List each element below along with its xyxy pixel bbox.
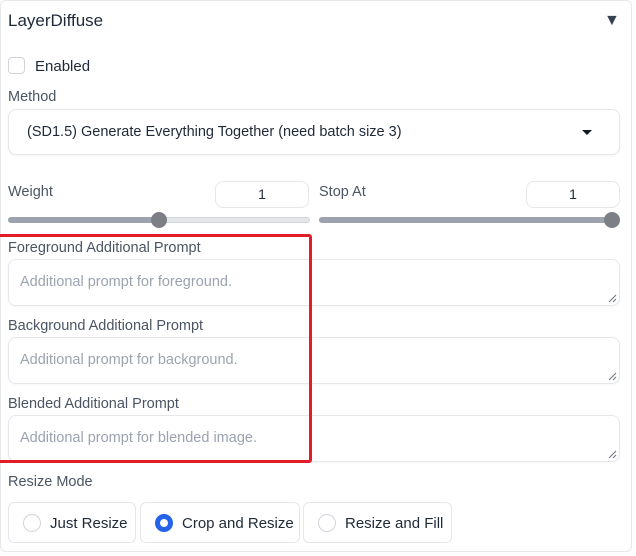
radio-resize-and-fill[interactable]: Resize and Fill [303, 502, 452, 543]
radio-label: Crop and Resize [182, 515, 294, 532]
weight-number-input[interactable]: 1 [215, 181, 309, 208]
resize-mode-label: Resize Mode [8, 474, 93, 490]
blended-prompt-textarea[interactable]: Additional prompt for blended image. [8, 415, 620, 462]
method-dropdown[interactable]: (SD1.5) Generate Everything Together (ne… [8, 109, 620, 155]
stop-at-number-input[interactable]: 1 [526, 181, 620, 208]
blended-prompt-placeholder: Additional prompt for blended image. [20, 430, 257, 446]
radio-crop-and-resize[interactable]: Crop and Resize [140, 502, 300, 543]
radio-label: Just Resize [50, 515, 128, 532]
weight-label: Weight [8, 184, 53, 200]
weight-slider-fill [8, 217, 158, 223]
layerdiffuse-panel: LayerDiffuse ▼ Enabled Method (SD1.5) Ge… [0, 0, 632, 552]
weight-slider-thumb[interactable] [151, 212, 167, 228]
radio-label: Resize and Fill [345, 515, 444, 532]
method-label: Method [8, 89, 57, 105]
background-prompt-textarea[interactable]: Additional prompt for background. [8, 337, 620, 384]
stop-at-slider-fill [319, 217, 611, 223]
method-selected-value: (SD1.5) Generate Everything Together (ne… [27, 124, 402, 140]
collapse-triangle-icon[interactable]: ▼ [604, 12, 620, 30]
foreground-prompt-label: Foreground Additional Prompt [8, 240, 201, 256]
resize-grip-icon[interactable] [608, 450, 617, 459]
radio-dot-icon [318, 514, 336, 532]
radio-just-resize[interactable]: Just Resize [8, 502, 136, 543]
enabled-label[interactable]: Enabled [35, 58, 90, 75]
foreground-prompt-placeholder: Additional prompt for foreground. [20, 274, 232, 290]
blended-prompt-label: Blended Additional Prompt [8, 396, 179, 412]
foreground-prompt-textarea[interactable]: Additional prompt for foreground. [8, 259, 620, 306]
enabled-checkbox[interactable] [8, 57, 25, 74]
weight-slider[interactable] [8, 212, 310, 228]
resize-grip-icon[interactable] [608, 372, 617, 381]
stop-at-slider-thumb[interactable] [604, 212, 620, 228]
stop-at-slider[interactable] [319, 212, 620, 228]
dropdown-caret-icon [582, 130, 592, 135]
radio-dot-icon [23, 514, 41, 532]
background-prompt-label: Background Additional Prompt [8, 318, 204, 334]
radio-dot-icon [155, 514, 173, 532]
panel-title[interactable]: LayerDiffuse [8, 11, 103, 31]
stop-at-label: Stop At [319, 184, 366, 200]
resize-grip-icon[interactable] [608, 294, 617, 303]
background-prompt-placeholder: Additional prompt for background. [20, 352, 238, 368]
